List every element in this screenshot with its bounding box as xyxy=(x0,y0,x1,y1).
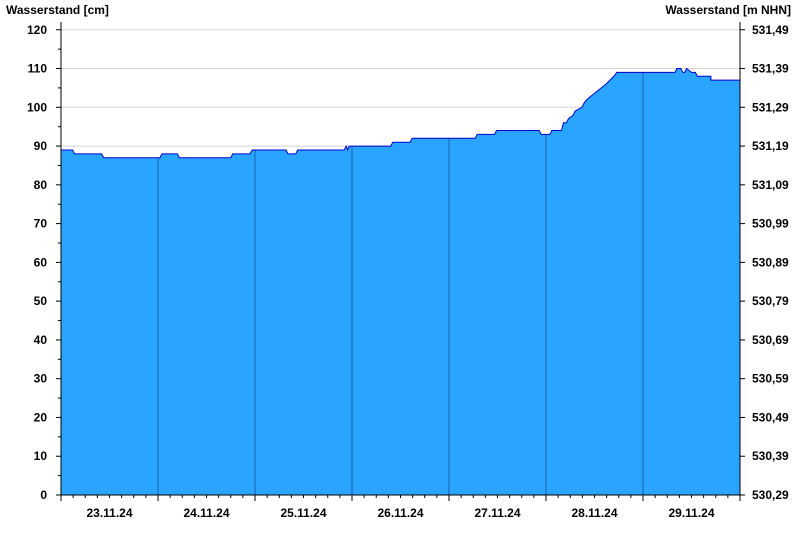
y-right-tick-label: 531,09 xyxy=(752,178,789,192)
water-level-chart: Wasserstand [cm] Wasserstand [m NHN] 0 10… xyxy=(6,3,791,520)
y-left-tick-label: 40 xyxy=(34,333,48,347)
y-right-tick-label: 531,29 xyxy=(752,100,789,114)
y-right-tick-label: 530,29 xyxy=(752,488,789,502)
y-left-tick-label: 60 xyxy=(34,255,48,269)
x-tick-label: 24.11.24 xyxy=(183,506,229,520)
y-left-tick-label: 80 xyxy=(34,178,48,192)
y-right-tick-label: 530,79 xyxy=(752,294,789,308)
y-right-tick-label: 530,99 xyxy=(752,217,789,231)
y-left-tick-label: 100 xyxy=(27,100,47,114)
x-axis: 23.11.24 24.11.24 25.11.24 26.11.24 27.11.24… xyxy=(60,495,741,520)
x-tick-label: 28.11.24 xyxy=(571,506,617,520)
y-left-tick-label: 50 xyxy=(34,294,48,308)
y-right-tick-label: 530,59 xyxy=(752,372,789,386)
x-tick-label: 25.11.24 xyxy=(280,506,326,520)
y-right-tick-label: 530,49 xyxy=(752,410,789,424)
y-left-tick-label: 70 xyxy=(34,217,48,231)
y-left-tick-label: 120 xyxy=(27,23,47,37)
y-right-tick-label: 531,39 xyxy=(752,62,789,76)
x-tick-label: 23.11.24 xyxy=(86,506,132,520)
y-left-tick-label: 10 xyxy=(34,449,48,463)
y-right-tick-label: 531,49 xyxy=(752,23,789,37)
left-axis-title: Wasserstand [cm] xyxy=(6,3,109,17)
x-tick-label: 26.11.24 xyxy=(377,506,423,520)
y-right-tick-label: 530,69 xyxy=(752,333,789,347)
y-right-tick-label: 530,89 xyxy=(752,255,789,269)
left-y-axis: 0 10 20 30 40 50 60 70 80 90 100 110 120 xyxy=(27,23,61,502)
y-right-tick-label: 530,39 xyxy=(752,449,789,463)
x-tick-label: 29.11.24 xyxy=(668,506,714,520)
y-left-tick-label: 110 xyxy=(28,62,48,76)
right-y-axis: 530,29 530,39 530,49 530,59 530,69 530,79 530,… xyxy=(740,23,789,502)
y-right-tick-label: 531,19 xyxy=(752,139,789,153)
water-level-area xyxy=(61,68,740,496)
x-tick-label: 27.11.24 xyxy=(474,506,520,520)
y-left-tick-label: 0 xyxy=(40,488,47,502)
y-left-tick-label: 20 xyxy=(34,410,48,424)
y-left-tick-label: 90 xyxy=(34,139,48,153)
right-axis-title: Wasserstand [m NHN] xyxy=(665,3,791,17)
y-left-tick-label: 30 xyxy=(34,372,48,386)
